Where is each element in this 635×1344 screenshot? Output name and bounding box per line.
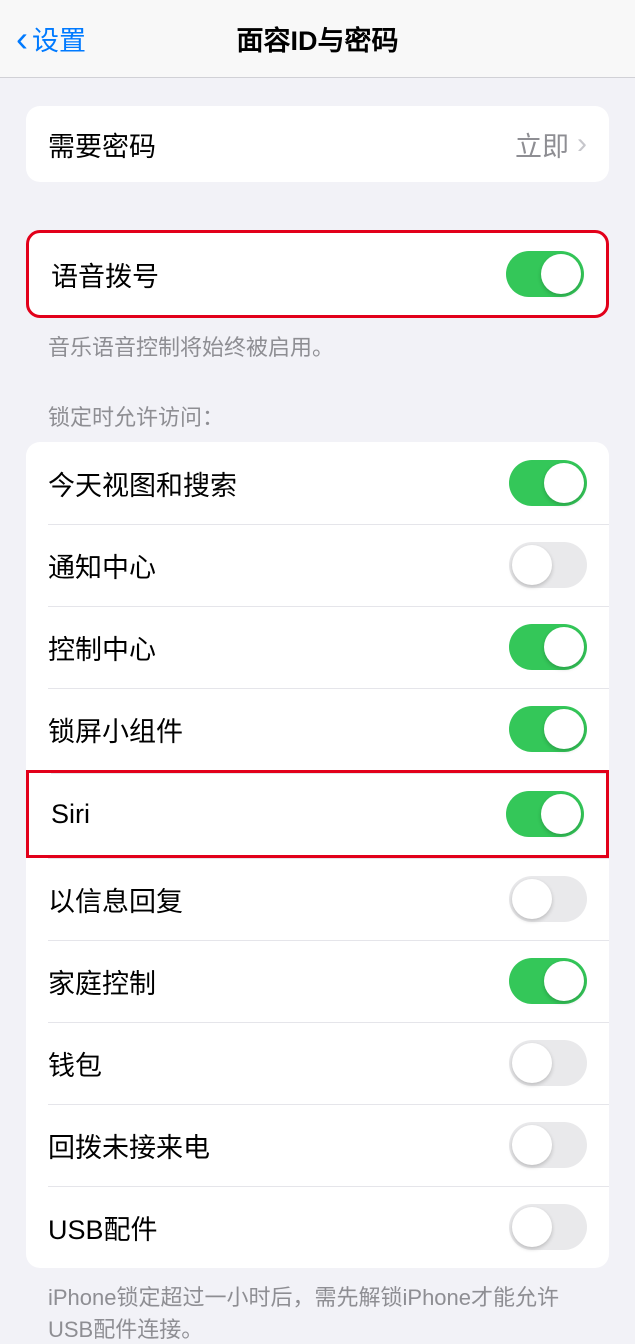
lock-item-row: 今天视图和搜索 [26, 442, 609, 524]
lock-access-footer: iPhone锁定超过一小时后，需先解锁iPhone才能允许USB配件连接。 [26, 1268, 609, 1344]
lock-item-label: 通知中心 [48, 546, 156, 585]
lock-access-header: 锁定时允许访问： [26, 400, 609, 442]
page-title: 面容ID与密码 [237, 19, 399, 58]
toggle-knob [512, 1125, 552, 1165]
toggle-knob [512, 879, 552, 919]
require-passcode-row[interactable]: 需要密码 立即 › [26, 106, 609, 182]
lock-item-toggle[interactable] [509, 624, 587, 670]
lock-item-toggle[interactable] [509, 460, 587, 506]
toggle-knob [544, 627, 584, 667]
toggle-knob [541, 254, 581, 294]
toggle-knob [544, 709, 584, 749]
toggle-knob [544, 463, 584, 503]
lock-item-label: 回拨未接来电 [48, 1126, 210, 1165]
lock-item-label: 钱包 [48, 1044, 102, 1083]
voice-dial-toggle[interactable] [506, 251, 584, 297]
lock-item-toggle[interactable] [509, 706, 587, 752]
lock-item-label: 以信息回复 [48, 880, 183, 919]
toggle-knob [512, 545, 552, 585]
lock-item-toggle[interactable] [509, 542, 587, 588]
lock-item-label: 控制中心 [48, 628, 156, 667]
lock-access-group: 今天视图和搜索通知中心控制中心锁屏小组件 Siri 以信息回复家庭控制钱包回拨未接来… [26, 442, 609, 1268]
nav-header: ‹ 设置 面容ID与密码 [0, 0, 635, 78]
chevron-right-icon: › [577, 127, 587, 161]
lock-item-row: 锁屏小组件 [26, 688, 609, 770]
lock-item-label: USB配件 [48, 1208, 158, 1247]
lock-item-label: 今天视图和搜索 [48, 464, 237, 503]
toggle-knob [512, 1043, 552, 1083]
lock-item-label: 家庭控制 [48, 962, 156, 1001]
toggle-knob [544, 961, 584, 1001]
back-label: 设置 [32, 19, 86, 58]
back-button[interactable]: ‹ 设置 [0, 19, 86, 58]
lock-item-label: Siri [51, 799, 90, 830]
lock-item-toggle[interactable] [509, 958, 587, 1004]
voice-dial-row: 语音拨号 [29, 233, 606, 315]
lock-item-row: USB配件 [26, 1186, 609, 1268]
lock-item-toggle[interactable] [509, 1204, 587, 1250]
lock-item-label: 锁屏小组件 [48, 710, 183, 749]
voice-dial-group: 语音拨号 [26, 230, 609, 318]
lock-item-row: 回拨未接来电 [26, 1104, 609, 1186]
lock-item-toggle[interactable] [509, 1040, 587, 1086]
lock-item-row: 家庭控制 [26, 940, 609, 1022]
lock-item-toggle[interactable] [509, 876, 587, 922]
chevron-left-icon: ‹ [16, 21, 28, 57]
voice-dial-label: 语音拨号 [51, 255, 159, 294]
require-passcode-value: 立即 [515, 125, 569, 164]
toggle-knob [512, 1207, 552, 1247]
lock-item-toggle[interactable] [509, 1122, 587, 1168]
lock-item-row: 控制中心 [26, 606, 609, 688]
lock-item-row: 钱包 [26, 1022, 609, 1104]
lock-item-toggle[interactable] [506, 791, 584, 837]
lock-item-row: Siri [26, 770, 609, 858]
voice-dial-footer: 音乐语音控制将始终被启用。 [26, 318, 609, 362]
require-passcode-label: 需要密码 [48, 125, 156, 164]
toggle-knob [541, 794, 581, 834]
lock-item-row: 通知中心 [26, 524, 609, 606]
lock-item-row: 以信息回复 [26, 858, 609, 940]
passcode-group: 需要密码 立即 › [26, 106, 609, 182]
